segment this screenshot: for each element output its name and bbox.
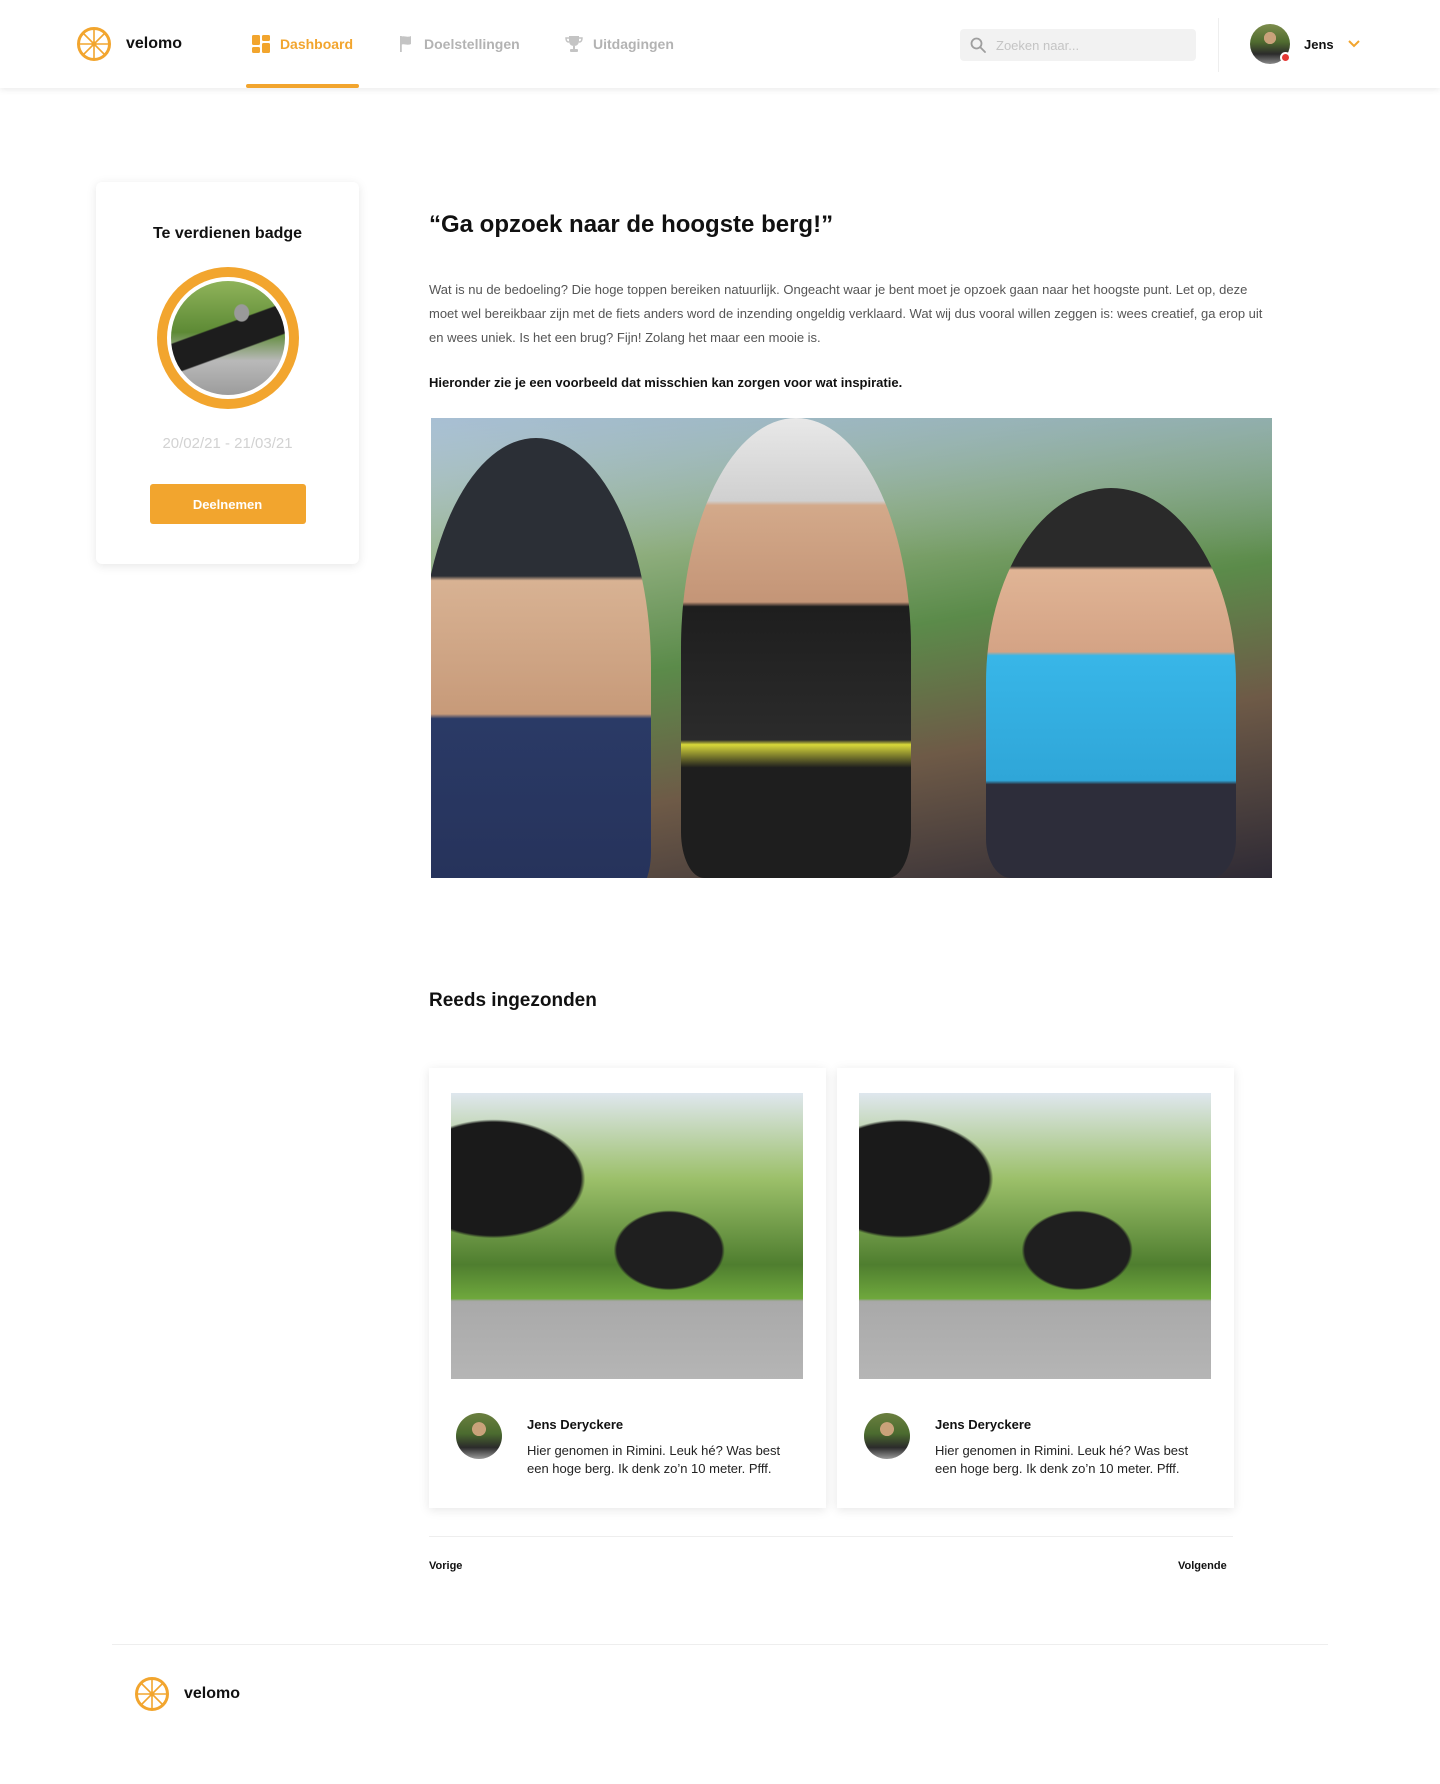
nav-item-doelstellingen[interactable]: Doelstellingen xyxy=(398,0,520,88)
avatar[interactable] xyxy=(1250,24,1291,64)
top-navigation: velomo Dashboard Doelstellingen Uitdagin… xyxy=(0,0,1440,88)
badge-image-frame xyxy=(166,277,289,399)
search-box[interactable] xyxy=(960,29,1196,61)
footer-brand-name: velomo xyxy=(184,1685,241,1702)
inspiration-hint: Hieronder zie je een voorbeeld dat missc… xyxy=(429,375,903,390)
submission-photo[interactable] xyxy=(859,1093,1211,1379)
submissions-title: Reeds ingezonden xyxy=(429,990,597,1011)
brand-logo[interactable]: velomo xyxy=(76,26,182,62)
submission-author: Jens Deryckere xyxy=(935,1417,1032,1432)
badge-card-title: Te verdienen badge xyxy=(152,225,303,242)
wheel-logo-icon xyxy=(77,27,111,61)
pagination-divider xyxy=(429,1536,1233,1537)
avatar xyxy=(456,1413,502,1459)
brand-name: velomo xyxy=(126,35,183,52)
footer-divider xyxy=(112,1644,1328,1645)
nav-item-dashboard[interactable]: Dashboard xyxy=(246,0,359,88)
submission-card[interactable]: Jens Deryckere Hier genomen in Rimini. L… xyxy=(429,1068,826,1508)
submission-photo[interactable] xyxy=(451,1093,803,1379)
photo-rider-middle xyxy=(681,418,911,878)
nav-item-label: Uitdagingen xyxy=(593,36,674,52)
submission-author: Jens Deryckere xyxy=(527,1417,624,1432)
badge-card: Te verdienen badge 20/02/21 - 21/03/21 D… xyxy=(96,182,359,564)
trophy-icon xyxy=(565,36,583,52)
search-icon xyxy=(970,37,986,53)
footer-logo[interactable]: velomo xyxy=(134,1676,240,1712)
user-menu[interactable]: Jens xyxy=(1250,24,1360,64)
submission-card[interactable]: Jens Deryckere Hier genomen in Rimini. L… xyxy=(837,1068,1234,1508)
badge-photo xyxy=(170,281,285,395)
chevron-down-icon xyxy=(1347,40,1360,48)
nav-item-label: Dashboard xyxy=(279,36,354,52)
photo-rider-left xyxy=(431,438,651,878)
join-button[interactable]: Deelnemen xyxy=(149,484,306,524)
photo-rider-right xyxy=(986,488,1236,878)
nav-item-uitdagingen[interactable]: Uitdagingen xyxy=(565,0,674,88)
submission-text: Hier genomen in Rimini. Leuk hé? Was bes… xyxy=(935,1443,1189,1476)
avatar xyxy=(864,1413,910,1459)
nav-divider xyxy=(1218,18,1219,72)
submission-text: Hier genomen in Rimini. Leuk hé? Was bes… xyxy=(527,1443,781,1476)
target-icon xyxy=(400,36,411,52)
badge-image xyxy=(156,267,299,409)
search-input[interactable] xyxy=(996,37,1176,53)
example-photo xyxy=(431,418,1272,878)
badge-dates: 20/02/21 - 21/03/21 xyxy=(162,435,293,452)
challenge-description: Wat is nu de bedoeling? Die hoge toppen … xyxy=(429,282,1263,345)
next-page-link[interactable]: Volgende xyxy=(1178,1560,1227,1572)
previous-page-link[interactable]: Vorige xyxy=(429,1560,462,1572)
challenge-title: “Ga opzoek naar de hoogste berg!” xyxy=(429,211,834,238)
dashboard-icon xyxy=(251,35,270,53)
nav-item-label: Doelstellingen xyxy=(424,36,520,52)
notification-dot xyxy=(1280,52,1291,63)
user-name: Jens xyxy=(1304,36,1334,52)
wheel-logo-icon xyxy=(135,1677,169,1711)
active-tab-indicator xyxy=(246,84,359,88)
